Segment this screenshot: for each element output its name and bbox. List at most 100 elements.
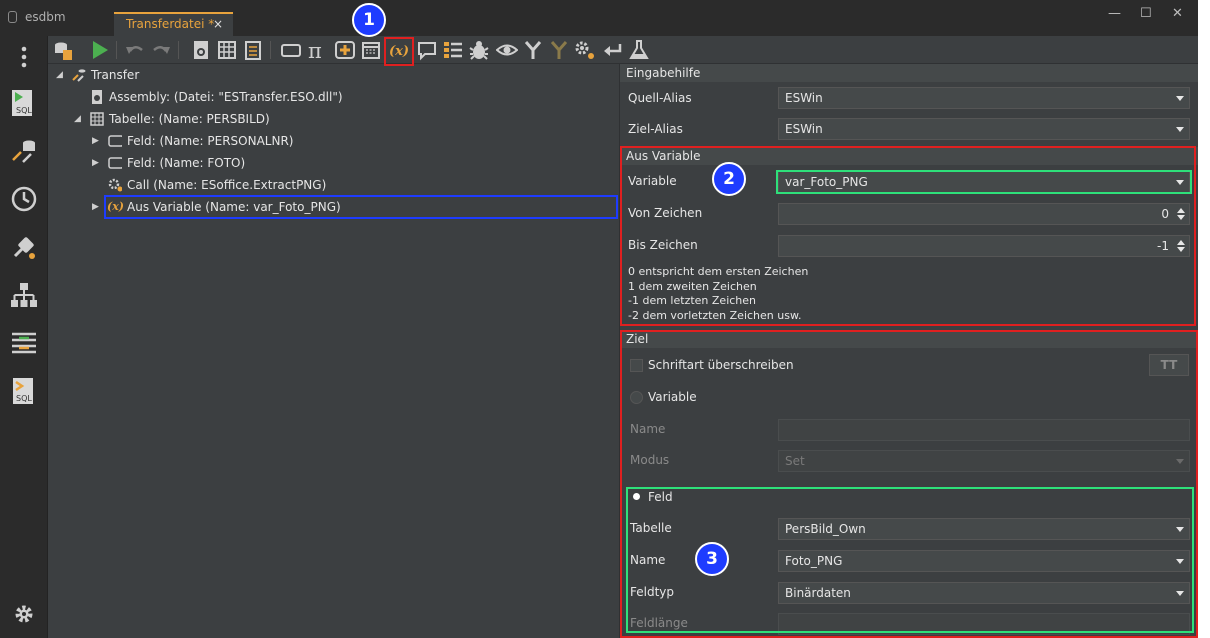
feld-name-value: Foto_PNG: [785, 554, 843, 568]
left-rail: SQL SQL: [0, 36, 48, 638]
quell-alias-select[interactable]: ESWin: [778, 87, 1190, 109]
hint-line-3: -1 dem letzten Zeichen: [628, 294, 757, 307]
stepper-up-icon[interactable]: [1177, 208, 1185, 213]
app-window: esdbm Transferdatei * × — ☐ ✕ SQL SQL π …: [0, 0, 1198, 638]
merge-icon[interactable]: [522, 39, 544, 61]
minimize-button[interactable]: —: [1108, 6, 1121, 21]
stepper-up-icon[interactable]: [1177, 240, 1185, 245]
stepper-down-icon[interactable]: [1177, 215, 1185, 220]
run-play-icon[interactable]: [88, 39, 110, 61]
add-field-icon[interactable]: [334, 39, 356, 61]
quell-alias-label: Quell-Alias: [628, 91, 692, 105]
feld-name-select[interactable]: Foto_PNG: [778, 550, 1190, 572]
expand-arrow-icon[interactable]: ▶: [92, 196, 102, 218]
test-flask-icon[interactable]: [628, 39, 650, 61]
undo-icon[interactable]: [124, 39, 146, 61]
sql-run-icon[interactable]: SQL: [9, 88, 39, 118]
sync-list-icon[interactable]: [9, 328, 39, 358]
expand-arrow-icon[interactable]: ▶: [92, 152, 102, 174]
transfer-icon: [72, 69, 86, 82]
variable-icon[interactable]: (x): [388, 39, 410, 61]
quell-alias-value: ESWin: [785, 91, 823, 105]
von-zeichen-stepper[interactable]: 0: [778, 203, 1190, 225]
tabelle-select[interactable]: PersBild_Own: [778, 518, 1190, 540]
tree-item-label: Call (Name: ESoffice.ExtractPNG): [127, 178, 327, 192]
redo-icon[interactable]: [150, 39, 172, 61]
feldtyp-value: Binärdaten: [785, 586, 851, 600]
collapse-arrow-icon[interactable]: ◢: [74, 108, 84, 130]
annotation-badge-2: 2: [712, 162, 746, 196]
notepad-icon[interactable]: [242, 39, 264, 61]
name-label: Name: [630, 422, 666, 436]
app-name-label: esdbm: [25, 10, 66, 24]
field-icon: [108, 157, 122, 169]
split-icon[interactable]: [548, 39, 570, 61]
title-bar: esdbm Transferdatei * × — ☐ ✕: [0, 0, 1198, 36]
hint-line-1: 0 entspricht dem ersten Zeichen: [628, 265, 809, 278]
settings-gear-icon[interactable]: [9, 599, 39, 629]
collapse-arrow-icon[interactable]: ◢: [56, 64, 66, 86]
list-detail-icon[interactable]: [442, 39, 464, 61]
tree-item-label: Feld: (Name: FOTO): [127, 156, 246, 170]
von-zeichen-label: Von Zeichen: [628, 206, 703, 220]
chevron-down-icon: [1176, 459, 1184, 464]
section-aus-variable: Aus Variable: [620, 147, 1198, 165]
section-ziel: Ziel: [620, 330, 1198, 348]
hint-line-4: -2 dem vorletzten Zeichen usw.: [628, 309, 802, 322]
ziel-alias-select[interactable]: ESWin: [778, 118, 1190, 140]
assembly-gear-icon[interactable]: [190, 39, 212, 61]
annotation-badge-1: 1: [352, 3, 386, 37]
variable-label: Variable: [628, 174, 677, 188]
chevron-down-icon: [1176, 559, 1184, 564]
name-input[interactable]: [778, 419, 1190, 441]
field-rectangle-icon[interactable]: [280, 39, 302, 61]
bis-zeichen-stepper[interactable]: -1: [778, 235, 1190, 257]
annotation-badge-3: 3: [695, 542, 729, 576]
stepper-down-icon[interactable]: [1177, 247, 1185, 252]
schriftart-checkbox[interactable]: [630, 359, 643, 372]
database-icon: [8, 11, 17, 23]
formula-pi-icon[interactable]: π: [306, 39, 328, 63]
feldlaenge-input[interactable]: [778, 613, 1190, 635]
database-list-icon[interactable]: [52, 39, 74, 61]
variable-radio[interactable]: [630, 391, 643, 404]
maximize-button[interactable]: ☐: [1140, 6, 1152, 21]
multi-gear-icon[interactable]: [574, 39, 596, 61]
chevron-down-icon: [1176, 180, 1184, 185]
sql-import-icon[interactable]: SQL: [9, 376, 39, 406]
toolbar-separator: [270, 41, 271, 59]
calendar-icon[interactable]: [360, 39, 382, 61]
tab-transferdatei[interactable]: Transferdatei * ×: [114, 12, 233, 36]
modus-value: Set: [785, 454, 805, 468]
transfer-icon[interactable]: [9, 136, 39, 166]
plugin-icon[interactable]: [9, 232, 39, 262]
variable-radio-label: Variable: [648, 390, 697, 404]
modus-select[interactable]: Set: [778, 450, 1190, 472]
tabelle-label: Tabelle: [630, 521, 672, 535]
debug-bug-icon[interactable]: [468, 39, 490, 61]
variable-select[interactable]: var_Foto_PNG: [778, 171, 1190, 193]
assembly-icon: [92, 90, 102, 104]
von-zeichen-value: 0: [1161, 207, 1169, 221]
close-window-button[interactable]: ✕: [1172, 6, 1183, 21]
more-menu-icon[interactable]: [9, 42, 39, 72]
history-clock-icon[interactable]: [9, 184, 39, 214]
app-title: esdbm: [8, 10, 66, 24]
toolbar: π (x): [48, 36, 1198, 64]
preview-eye-icon[interactable]: [495, 39, 519, 61]
tree-item-label: Feld: (Name: PERSONALNR): [127, 134, 294, 148]
chevron-down-icon: [1176, 527, 1184, 532]
table-icon[interactable]: [216, 39, 238, 61]
feldtyp-select[interactable]: Binärdaten: [778, 582, 1190, 604]
toolbar-separator: [116, 41, 117, 59]
expand-arrow-icon[interactable]: ▶: [92, 130, 102, 152]
feld-radio[interactable]: [630, 490, 643, 503]
font-picker-button[interactable]: TT: [1149, 354, 1189, 376]
bis-zeichen-label: Bis Zeichen: [628, 238, 698, 252]
chevron-down-icon: [1176, 96, 1184, 101]
feldlaenge-label: Feldlänge: [630, 616, 688, 630]
comment-icon[interactable]: [416, 39, 438, 61]
tab-close-icon[interactable]: ×: [213, 17, 223, 31]
return-icon[interactable]: [602, 39, 624, 61]
hierarchy-icon[interactable]: [9, 280, 39, 310]
